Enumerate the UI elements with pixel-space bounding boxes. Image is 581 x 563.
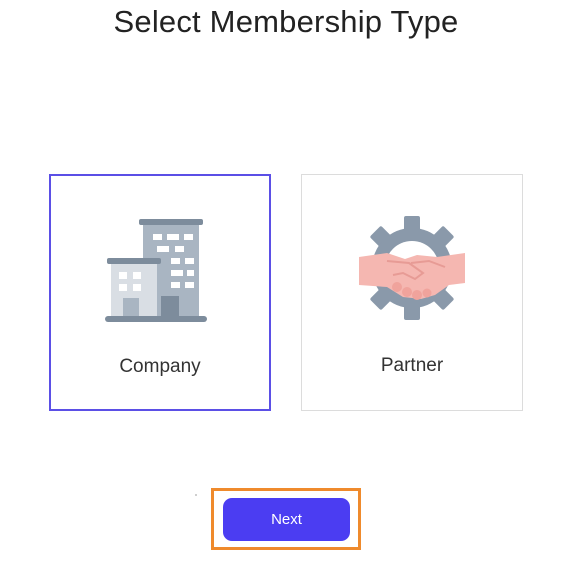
membership-type-page: Select Membership Type Company Partner N…	[0, 0, 581, 563]
membership-option-label: Partner	[380, 355, 444, 376]
page-title: Select Membership Type	[113, 4, 459, 39]
membership-option-company[interactable]: Company	[49, 174, 271, 411]
handshake-gear-icon	[357, 213, 467, 323]
office-building-icon	[105, 216, 215, 326]
next-button[interactable]: Next	[223, 498, 350, 541]
membership-option-label: Company	[119, 356, 201, 377]
membership-option-partner[interactable]: Partner	[301, 174, 523, 411]
divider-dot	[195, 494, 197, 496]
